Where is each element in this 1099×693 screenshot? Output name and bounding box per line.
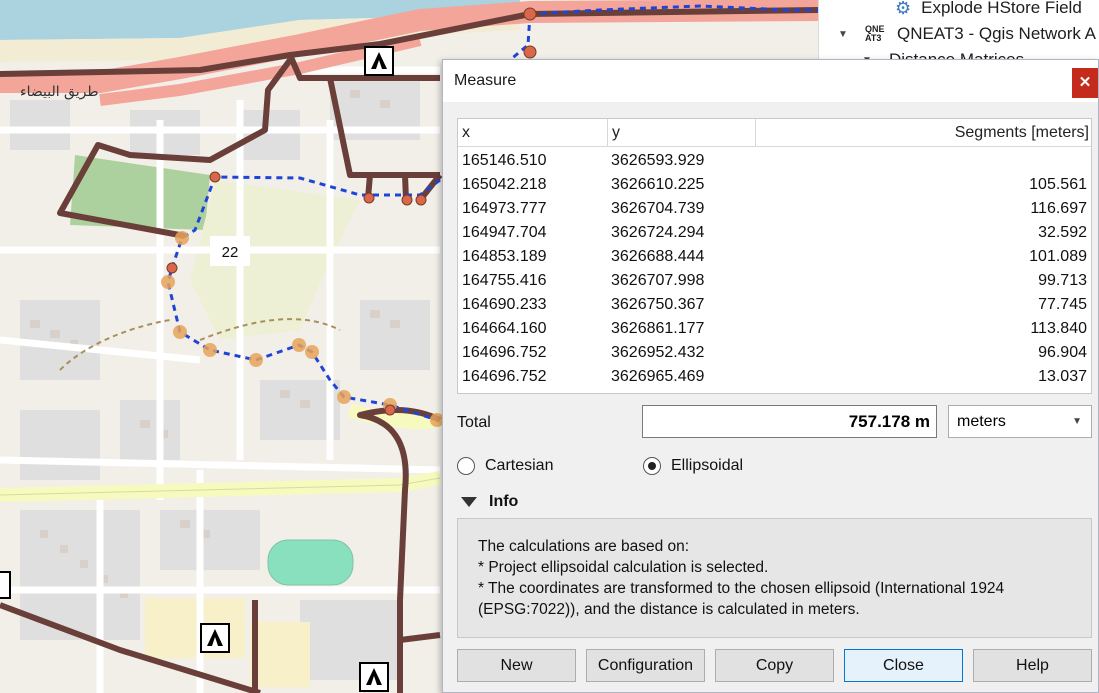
cell-segment: 113.840 (1030, 320, 1087, 337)
cell-segment: 99.713 (1038, 272, 1087, 289)
road-label: طريق البيضاء (20, 84, 98, 100)
cell-y: 3626750.367 (611, 296, 705, 313)
column-header-x[interactable]: x (458, 119, 608, 147)
new-button[interactable]: New (457, 649, 576, 682)
ellipsoidal-radio[interactable]: Ellipsoidal (643, 455, 743, 477)
campsite-icon (364, 46, 394, 76)
campsite-icon-4 (0, 571, 11, 599)
cell-x: 164696.752 (462, 344, 547, 361)
measure-dialog: Measure ✕ x y Segments [meters] 165146.5… (442, 59, 1099, 693)
radio-circle (457, 457, 475, 475)
table-row[interactable]: 165146.510 3626593.929 (458, 149, 1091, 173)
toolbox-group-label: QNEAT3 - Qgis Network A (897, 24, 1097, 43)
table-row[interactable]: 165042.218 3626610.225 105.561 (458, 173, 1091, 197)
chevron-down-icon: ▼ (1072, 416, 1082, 427)
cell-segment: 105.561 (1029, 176, 1087, 193)
cartesian-radio[interactable]: Cartesian (457, 455, 553, 477)
info-box: The calculations are based on: * Project… (457, 518, 1092, 638)
gear-icon: ⚙ (895, 0, 912, 18)
table-row[interactable]: 164696.752 3626952.432 96.904 (458, 341, 1091, 365)
cell-y: 3626861.177 (611, 320, 705, 337)
table-row[interactable]: 164947.704 3626724.294 32.592 (458, 221, 1091, 245)
table-row[interactable]: 164696.752 3626965.469 13.037 (458, 365, 1091, 389)
cell-y: 3626688.444 (611, 248, 705, 265)
table-row[interactable]: 164664.160 3626861.177 113.840 (458, 317, 1091, 341)
table-row[interactable]: 164690.233 3626750.367 77.745 (458, 293, 1091, 317)
cell-segment: 77.745 (1038, 296, 1087, 313)
copy-button[interactable]: Copy (715, 649, 834, 682)
cell-y: 3626610.225 (611, 176, 705, 193)
collapse-triangle-icon (461, 497, 477, 507)
info-line: * The coordinates are transformed to the… (478, 580, 1005, 597)
school-area-2 (250, 622, 310, 687)
cell-x: 164664.160 (462, 320, 547, 337)
total-field[interactable]: 757.178 m (642, 405, 937, 438)
close-icon[interactable]: ✕ (1072, 68, 1098, 98)
toolbox-group-qneat3[interactable]: ▼ QNE AT3 QNEAT3 - Qgis Network A (835, 22, 1096, 46)
units-select-value: meters (957, 413, 1006, 430)
info-line: The calculations are based on: (478, 538, 690, 555)
configuration-button[interactable]: Configuration (586, 649, 705, 682)
cell-y: 3626724.294 (611, 224, 705, 241)
cell-x: 164696.752 (462, 368, 547, 385)
ellipsoidal-radio-label: Ellipsoidal (671, 457, 744, 474)
sports-field (267, 539, 354, 586)
cell-y: 3626707.998 (611, 272, 705, 289)
measurements-table[interactable]: x y Segments [meters] 165146.510 3626593… (457, 118, 1092, 394)
processing-toolbox-panel: ⚙ Explode HStore Field ▼ QNE AT3 QNEAT3 -… (818, 0, 1099, 62)
close-button[interactable]: Close (844, 649, 963, 682)
cell-y: 3626704.739 (611, 200, 705, 217)
help-button[interactable]: Help (973, 649, 1092, 682)
cell-y: 3626952.432 (611, 344, 705, 361)
toolbox-item-label: Explode HStore Field (921, 0, 1082, 17)
cell-x: 164947.704 (462, 224, 547, 241)
cell-y: 3626593.929 (611, 152, 705, 169)
units-select[interactable]: meters ▼ (948, 405, 1092, 438)
campsite-icon-2 (200, 623, 230, 653)
info-line: * Project ellipsoidal calculation is sel… (478, 559, 769, 576)
cell-x: 165042.218 (462, 176, 547, 193)
chevron-down-icon: ▼ (838, 28, 848, 40)
cell-x: 164690.233 (462, 296, 547, 313)
cell-segment: 13.037 (1038, 368, 1087, 385)
radio-circle (643, 457, 661, 475)
cell-x: 164755.416 (462, 272, 547, 289)
cell-y: 3626965.469 (611, 368, 705, 385)
dialog-title: Measure (454, 72, 517, 89)
info-line: (EPSG:7022)), and the distance is calcul… (478, 601, 860, 618)
cell-segment: 96.904 (1038, 344, 1087, 361)
qneat3-icon: QNE AT3 (865, 24, 885, 43)
cell-segment: 32.592 (1038, 224, 1087, 241)
dialog-titlebar[interactable]: Measure ✕ (443, 60, 1098, 102)
table-row[interactable]: 164853.189 3626688.444 101.089 (458, 245, 1091, 269)
toolbox-item-explode-hstore[interactable]: ⚙ Explode HStore Field (895, 0, 1082, 20)
table-row[interactable]: 164973.777 3626704.739 116.697 (458, 197, 1091, 221)
total-label: Total (457, 414, 491, 431)
column-header-y[interactable]: y (608, 119, 756, 147)
cell-segment: 101.089 (1029, 248, 1087, 265)
cell-x: 164973.777 (462, 200, 547, 217)
cell-x: 165146.510 (462, 152, 547, 169)
info-section-toggle[interactable]: Info (457, 492, 518, 512)
route-label: 22 (222, 244, 239, 261)
column-header-segments[interactable]: Segments [meters] (756, 119, 1091, 147)
cell-segment: 116.697 (1030, 200, 1087, 217)
cartesian-radio-label: Cartesian (485, 457, 554, 474)
info-title: Info (489, 493, 519, 510)
table-row[interactable]: 164755.416 3626707.998 99.713 (458, 269, 1091, 293)
campsite-icon-3 (359, 662, 389, 692)
cell-x: 164853.189 (462, 248, 547, 265)
